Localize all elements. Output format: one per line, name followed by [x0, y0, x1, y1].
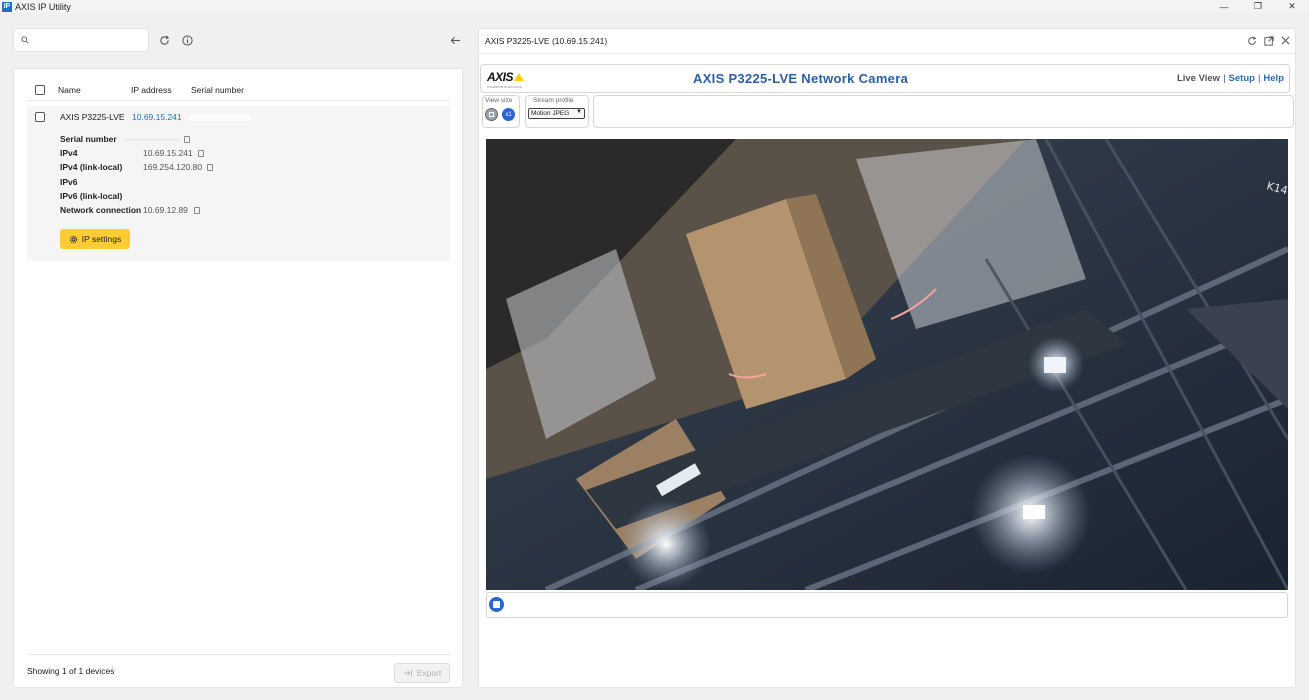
- stream-profile-label: Stream profile: [533, 97, 574, 104]
- ip-settings-label: IP settings: [81, 234, 122, 244]
- copy-icon[interactable]: [194, 206, 200, 214]
- device-name: AXIS P3225-LVE: [60, 112, 125, 122]
- camera-nav: Live View | Setup | Help: [1177, 73, 1284, 84]
- gear-icon: [69, 235, 77, 243]
- detail-ipv6: IPv6: [60, 177, 78, 187]
- window-controls: — ❐ ✕: [1207, 0, 1309, 13]
- info-icon: [181, 34, 193, 46]
- chevron-down-icon: ▼: [576, 109, 582, 115]
- search-box[interactable]: [13, 28, 149, 52]
- detail-ipv4-link-local: IPv4 (link-local) 169.254.120.80: [60, 162, 213, 172]
- refresh-button[interactable]: [157, 33, 171, 47]
- toolbar-extra-area: [593, 95, 1294, 128]
- camera-panel: AXIS P3225-LVE (10.69.15.241) AXIS COMMU…: [478, 28, 1297, 688]
- detail-label: IPv6: [60, 177, 78, 187]
- close-icon: [1281, 36, 1290, 45]
- stream-profile-select[interactable]: Motion JPEG ▼: [528, 108, 585, 119]
- axis-logo-subtitle: COMMUNICATIONS: [487, 85, 522, 89]
- detail-value: 10.69.15.241: [143, 148, 193, 158]
- refresh-icon: [159, 35, 169, 45]
- detail-label: Serial number: [60, 134, 117, 144]
- camera-feed-image: K14: [486, 139, 1288, 590]
- nav-help[interactable]: Help: [1263, 73, 1284, 84]
- detail-value: 169.254.120.80: [143, 162, 203, 172]
- device-row[interactable]: AXIS P3225-LVE 10.69.15.241 Serial numbe…: [27, 106, 450, 261]
- nav-separator: |: [1223, 73, 1226, 84]
- detail-serial-number: Serial number: [60, 134, 190, 144]
- nav-setup[interactable]: Setup: [1229, 73, 1255, 84]
- title-bar: IP AXIS IP Utility — ❐ ✕: [0, 0, 1309, 13]
- open-external-icon: [1263, 35, 1274, 46]
- camera-panel-actions: [1246, 35, 1291, 46]
- axis-logo-text: AXIS: [487, 70, 514, 84]
- copy-icon[interactable]: [183, 135, 190, 143]
- device-ip-link[interactable]: 10.69.15.241: [132, 112, 182, 122]
- close-panel-button[interactable]: [1280, 35, 1291, 46]
- camera-panel-title: AXIS P3225-LVE (10.69.15.241): [485, 36, 608, 46]
- window-title: AXIS IP Utility: [15, 1, 71, 12]
- device-list-panel: Name IP address Serial number AXIS P3225…: [13, 68, 463, 688]
- minimize-button[interactable]: —: [1207, 0, 1241, 13]
- select-all-checkbox[interactable]: [35, 84, 45, 95]
- device-checkbox[interactable]: [35, 112, 45, 122]
- detail-label: Network connection: [60, 205, 142, 215]
- refresh-icon: [1247, 35, 1256, 45]
- serial-number-redacted: [189, 114, 251, 121]
- copy-icon[interactable]: [198, 149, 204, 157]
- camera-title: AXIS P3225-LVE Network Camera: [693, 71, 909, 86]
- detail-network-connection: Network connection 10.69.12.89: [60, 205, 200, 215]
- view-size-fit-button[interactable]: [485, 108, 498, 121]
- stop-icon: [493, 601, 500, 608]
- serial-value-redacted: [123, 137, 180, 141]
- detail-label: IPv4 (link-local): [60, 162, 123, 172]
- info-button[interactable]: [180, 33, 194, 47]
- copy-icon[interactable]: [207, 163, 213, 171]
- close-window-button[interactable]: ✕: [1275, 0, 1309, 13]
- axis-logo-triangle-icon: [514, 73, 525, 81]
- export-button[interactable]: Export: [394, 663, 450, 683]
- collapse-panel-button[interactable]: [448, 33, 462, 47]
- view-size-label: View size: [485, 97, 513, 104]
- live-video-stream[interactable]: K14: [486, 139, 1288, 590]
- app-logo-icon: IP: [2, 1, 12, 12]
- column-name[interactable]: Name: [58, 85, 81, 95]
- stream-profile-value: Motion JPEG: [531, 110, 570, 117]
- column-ip-address[interactable]: IP address: [131, 85, 171, 95]
- back-arrow-icon: [450, 36, 460, 44]
- device-count-text: Showing 1 of 1 devices: [27, 666, 115, 676]
- export-icon: [403, 669, 412, 677]
- camera-panel-header: AXIS P3225-LVE (10.69.15.241): [479, 29, 1297, 54]
- open-in-browser-button[interactable]: [1263, 35, 1274, 46]
- stop-stream-button[interactable]: [489, 597, 504, 612]
- device-row-summary[interactable]: AXIS P3225-LVE 10.69.15.241: [27, 106, 450, 128]
- video-controls-bar: [486, 592, 1288, 618]
- detail-label: IPv4: [60, 148, 78, 158]
- reload-button[interactable]: [1246, 35, 1257, 46]
- detail-label: IPv6 (link-local): [60, 191, 123, 201]
- search-icon: [21, 36, 29, 44]
- device-list-footer: Showing 1 of 1 devices Export: [27, 654, 450, 687]
- device-list-header: Name IP address Serial number: [27, 79, 450, 101]
- view-size-x1-button[interactable]: x1: [502, 108, 515, 121]
- detail-ipv4: IPv4 10.69.15.241: [60, 148, 204, 158]
- detail-ipv6-link-local: IPv6 (link-local): [60, 191, 122, 201]
- view-size-group: View size x1: [482, 95, 520, 128]
- export-label: Export: [416, 668, 442, 678]
- camera-web-header: AXIS COMMUNICATIONS AXIS P3225-LVE Netwo…: [480, 64, 1290, 93]
- maximize-button[interactable]: ❐: [1241, 0, 1275, 13]
- fit-icon: [489, 112, 494, 117]
- nav-separator: |: [1257, 73, 1261, 84]
- axis-logo: AXIS: [487, 70, 525, 84]
- detail-value: 10.69.12.89: [143, 205, 188, 215]
- column-serial-number[interactable]: Serial number: [191, 85, 244, 95]
- nav-live-view[interactable]: Live View: [1177, 73, 1220, 84]
- ip-settings-button[interactable]: IP settings: [60, 229, 130, 249]
- search-input[interactable]: [33, 35, 143, 45]
- stream-profile-group: Stream profile Motion JPEG ▼: [525, 95, 589, 128]
